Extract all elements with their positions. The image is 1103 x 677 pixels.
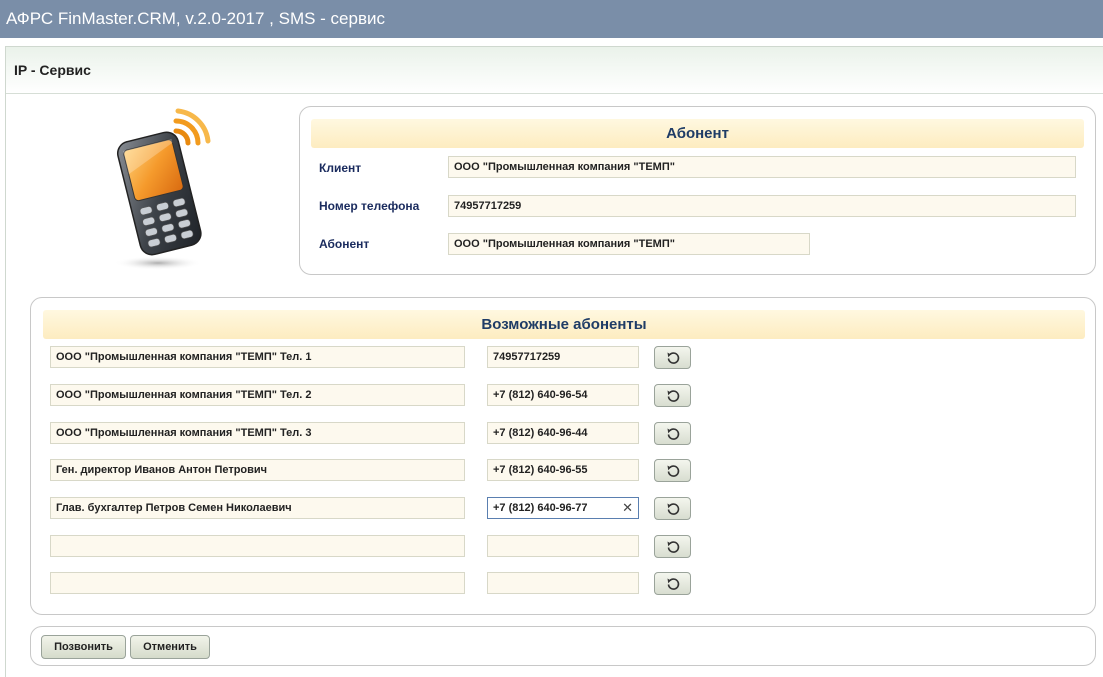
- page-title: IP - Сервис: [6, 47, 1103, 94]
- ip-service-frame: IP - Сервис Абонент Клиент ООО "Промышле…: [5, 46, 1103, 677]
- window-title: АФРС FinMaster.CRM, v.2.0-2017 , SMS - с…: [0, 0, 1103, 38]
- subscriber-name-field[interactable]: Ген. директор Иванов Антон Петрович: [50, 459, 465, 481]
- refresh-button[interactable]: [654, 384, 691, 407]
- subscriber-phone-field[interactable]: 74957717259: [487, 346, 639, 368]
- clear-icon[interactable]: ✕: [622, 498, 633, 518]
- subscriber-phone-field[interactable]: [487, 535, 639, 557]
- subscriber-panel-title: Абонент: [311, 119, 1084, 148]
- mobile-phone-icon: [106, 107, 218, 272]
- call-button[interactable]: Позвонить: [41, 635, 126, 659]
- actions-panel: Позвонить Отменить: [30, 626, 1096, 666]
- refresh-icon: [667, 464, 679, 477]
- subscriber-field[interactable]: ООО "Промышленная компания "ТЕМП": [448, 233, 810, 255]
- subscriber-phone-field[interactable]: [487, 572, 639, 594]
- subscriber-phone-field[interactable]: +7 (812) 640-96-77 ✕: [487, 497, 639, 519]
- subscriber-panel: Абонент Клиент ООО "Промышленная компани…: [299, 106, 1096, 275]
- possible-subscribers-title: Возможные абоненты: [43, 310, 1085, 339]
- refresh-icon: [667, 389, 679, 402]
- subscriber-phone-field[interactable]: +7 (812) 640-96-54: [487, 384, 639, 406]
- refresh-button[interactable]: [654, 422, 691, 445]
- refresh-button[interactable]: [654, 346, 691, 369]
- subscriber-name-field[interactable]: [50, 535, 465, 557]
- subscriber-phone-field[interactable]: +7 (812) 640-96-44: [487, 422, 639, 444]
- refresh-icon: [667, 502, 679, 515]
- possible-subscribers-panel: Возможные абоненты ООО "Промышленная ком…: [30, 297, 1096, 615]
- refresh-icon: [667, 427, 679, 440]
- phone-number-field[interactable]: 74957717259: [448, 195, 1076, 217]
- refresh-icon: [667, 540, 679, 553]
- refresh-button[interactable]: [654, 497, 691, 520]
- refresh-icon: [667, 577, 679, 590]
- subscriber-label: Абонент: [319, 237, 370, 251]
- subscriber-phone-field[interactable]: +7 (812) 640-96-55: [487, 459, 639, 481]
- subscriber-phone-value: +7 (812) 640-96-77: [493, 502, 588, 514]
- cancel-button[interactable]: Отменить: [130, 635, 210, 659]
- refresh-icon: [667, 351, 679, 364]
- subscriber-name-field[interactable]: ООО "Промышленная компания "ТЕМП" Тел. 2: [50, 384, 465, 406]
- phone-number-label: Номер телефона: [319, 199, 420, 213]
- subscriber-name-field[interactable]: ООО "Промышленная компания "ТЕМП" Тел. 1: [50, 346, 465, 368]
- subscriber-name-field[interactable]: [50, 572, 465, 594]
- subscriber-name-field[interactable]: ООО "Промышленная компания "ТЕМП" Тел. 3: [50, 422, 465, 444]
- refresh-button[interactable]: [654, 535, 691, 558]
- client-label: Клиент: [319, 161, 362, 175]
- subscriber-name-field[interactable]: Глав. бухгалтер Петров Семен Николаевич: [50, 497, 465, 519]
- refresh-button[interactable]: [654, 459, 691, 482]
- client-field[interactable]: ООО "Промышленная компания "ТЕМП": [448, 156, 1076, 178]
- refresh-button[interactable]: [654, 572, 691, 595]
